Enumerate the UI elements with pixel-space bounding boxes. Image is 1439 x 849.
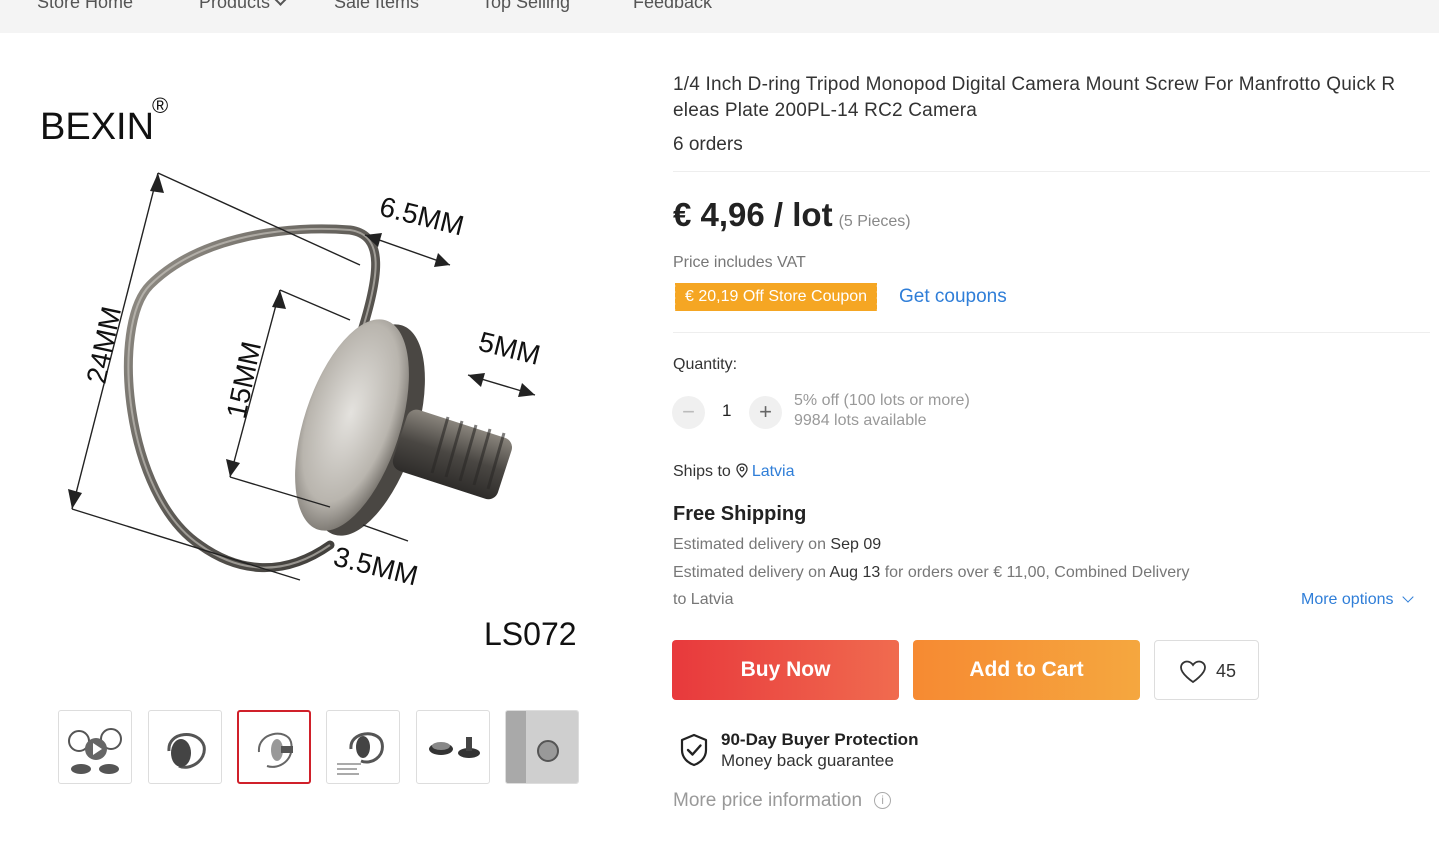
nav-feedback[interactable]: Feedback <box>633 0 712 13</box>
more-shipping-options[interactable]: More options <box>1301 591 1414 609</box>
nav-products-label: Products <box>199 0 271 12</box>
location-pin-icon <box>736 463 748 483</box>
nav-top-selling[interactable]: Top Selling <box>482 0 570 13</box>
bulk-discount-text: 5% off (100 lots or more) <box>794 392 970 409</box>
store-nav: Store Home Products Sale Items Top Selli… <box>0 0 1439 33</box>
main-product-image[interactable]: BEXIN ® 24MM 15MM 6.5MM 5MM 3.5MM LS072 <box>30 75 600 675</box>
quantity-decrease-button[interactable]: − <box>672 396 705 429</box>
nav-products[interactable]: Products <box>199 0 287 13</box>
more-price-info-label: More price information <box>673 790 863 811</box>
registered-mark: ® <box>152 93 168 118</box>
wishlist-count: 45 <box>1216 661 1237 681</box>
store-coupon-badge[interactable]: € 20,19 Off Store Coupon <box>672 283 878 311</box>
combined-delivery-note: for orders over € 11,00, Combined Delive… <box>884 564 1190 581</box>
thumbnail-3[interactable] <box>237 710 311 784</box>
orders-count: 6 orders <box>673 134 743 155</box>
buyer-protection-subtitle: Money back guarantee <box>721 751 894 770</box>
thumbnail-1[interactable] <box>58 710 132 784</box>
quantity-info: 5% off (100 lots or more) 9984 lots avai… <box>794 391 970 431</box>
nav-sale-items[interactable]: Sale Items <box>334 0 419 13</box>
estimated-delivery-prefix: Estimated delivery on <box>673 564 826 581</box>
more-options-label: More options <box>1301 591 1394 608</box>
price-unit-note: (5 Pieces) <box>838 213 911 230</box>
info-icon: i <box>874 792 892 809</box>
thumbnail-2[interactable] <box>148 710 222 784</box>
thumbnail-image <box>68 728 122 774</box>
thumbnail-6[interactable] <box>505 710 579 784</box>
product-photo: BEXIN ® 24MM 15MM 6.5MM 5MM 3.5MM LS072 <box>40 93 577 652</box>
ship-country-link[interactable]: Latvia <box>752 463 795 480</box>
estimated-delivery-date: Sep 09 <box>830 536 882 553</box>
dim-6-5mm: 6.5MM <box>377 191 468 242</box>
product-price: € 4,96 / lot (5 Pieces) <box>673 196 911 234</box>
thumbnail-image <box>167 733 206 769</box>
model-label: LS072 <box>484 616 577 652</box>
dim-3-5mm: 3.5MM <box>331 541 422 592</box>
quantity-increase-button[interactable]: + <box>749 396 782 429</box>
ships-to-row: Ships to Latvia <box>673 463 795 483</box>
chevron-down-icon <box>1401 591 1414 603</box>
add-to-cart-button[interactable]: Add to Cart <box>913 640 1140 700</box>
divider <box>673 332 1430 333</box>
thumbnail-image <box>429 737 480 758</box>
free-shipping-label: Free Shipping <box>673 503 807 525</box>
quantity-label: Quantity: <box>673 356 738 373</box>
estimated-delivery-prefix: Estimated delivery on <box>673 536 826 553</box>
divider <box>673 171 1430 172</box>
quantity-input[interactable]: 1 <box>722 401 731 421</box>
brand-logo-text: BEXIN <box>40 106 154 148</box>
nav-store-home[interactable]: Store Home <box>37 0 133 13</box>
more-price-info[interactable]: More price information i <box>673 790 892 812</box>
estimated-delivery-2: Estimated delivery on Aug 13 for orders … <box>673 564 1189 582</box>
dim-24mm: 24MM <box>81 304 127 387</box>
stock-available-text: 9984 lots available <box>794 412 927 429</box>
thumbnail-image <box>506 711 578 783</box>
ships-to-label: Ships to <box>673 463 731 480</box>
thumbnail-image <box>257 732 293 768</box>
shield-check-icon <box>679 733 709 772</box>
thumbnail-4[interactable] <box>326 710 400 784</box>
buyer-protection-title: 90-Day Buyer Protection <box>721 730 919 749</box>
thumbnail-5[interactable] <box>416 710 490 784</box>
estimated-delivery-date: Aug 13 <box>829 564 881 581</box>
price-value: € 4,96 / lot <box>673 196 833 233</box>
dim-5mm: 5MM <box>476 326 544 371</box>
estimated-delivery-2-line2: to Latvia <box>673 591 734 608</box>
product-title: 1/4 Inch D-ring Tripod Monopod Digital C… <box>673 74 1396 121</box>
heart-icon <box>1180 660 1206 684</box>
wishlist-button[interactable]: 45 <box>1154 640 1259 700</box>
get-coupons-link[interactable]: Get coupons <box>899 286 1007 308</box>
dim-15mm: 15MM <box>221 339 267 422</box>
estimated-delivery-1: Estimated delivery on Sep 09 <box>673 536 881 554</box>
buy-now-button[interactable]: Buy Now <box>672 640 899 700</box>
vat-note: Price includes VAT <box>673 254 806 271</box>
chevron-down-icon <box>274 0 287 6</box>
thumbnail-image <box>337 732 384 775</box>
